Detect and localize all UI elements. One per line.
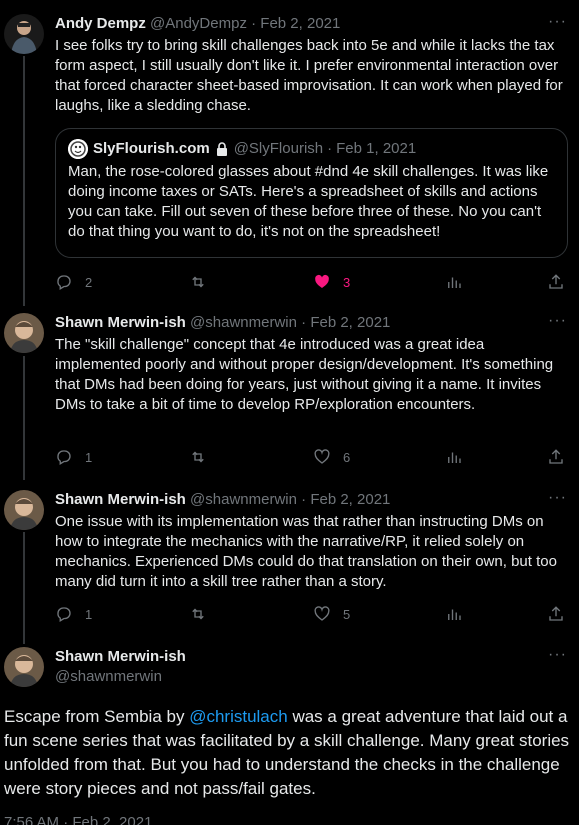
tweet: Shawn Merwin-ish @shawnmerwin · Feb 2, 2…: [0, 490, 579, 630]
quoted-tweet-date: Feb 1, 2021: [336, 140, 417, 157]
quoted-tweet-header: SlyFlourish.com @SlyFlourish · Feb 1, 20…: [68, 139, 416, 159]
user-handle[interactable]: @shawnmerwin: [190, 314, 297, 331]
reply-icon: [57, 607, 71, 622]
quoted-user-handle: @SlyFlourish: [233, 140, 324, 157]
tweet-date[interactable]: Feb 2, 2021: [310, 314, 390, 331]
views-button[interactable]: [445, 447, 463, 467]
tweet-text: One issue with its implementation was th…: [55, 513, 557, 590]
separator: ·: [327, 140, 333, 157]
share-icon: [549, 274, 563, 289]
more-icon[interactable]: ···: [548, 490, 567, 506]
retweet-button[interactable]: [189, 604, 219, 624]
tweet-text: I see folks try to bring skill challenge…: [55, 37, 563, 114]
views-icon: [448, 609, 461, 620]
user-handle[interactable]: @AndyDempz: [150, 15, 247, 32]
more-icon[interactable]: ···: [548, 313, 567, 329]
heart-icon: [314, 449, 330, 464]
share-button[interactable]: [547, 272, 565, 292]
main-tweet-text-start: Escape from Sembia by: [4, 707, 190, 726]
like-count: 3: [343, 274, 351, 290]
share-button[interactable]: [547, 604, 565, 624]
quoted-tweet-text: Man, the rose-colored glasses about #dnd…: [68, 163, 549, 240]
retweet-button[interactable]: [189, 272, 219, 292]
main-tweet-header: Shawn Merwin-ish @shawnmerwin: [55, 647, 186, 687]
like-count: 5: [343, 606, 351, 622]
tweet-date[interactable]: Feb 2, 2021: [260, 15, 340, 32]
avatar[interactable]: [4, 313, 44, 353]
reply-button[interactable]: 1: [55, 447, 92, 467]
tweet: Shawn Merwin-ish @shawnmerwin · Feb 2, 2…: [0, 313, 579, 473]
display-name[interactable]: Shawn Merwin-ish: [55, 647, 186, 667]
quoted-avatar: [68, 139, 88, 159]
share-button[interactable]: [547, 447, 565, 467]
reply-icon: [57, 275, 71, 290]
main-tweet: Shawn Merwin-ish @shawnmerwin ···: [0, 647, 579, 707]
tweet-actions: 1 6: [55, 447, 568, 467]
like-count: 6: [343, 449, 351, 465]
heart-icon: [315, 274, 329, 288]
separator: ·: [251, 15, 257, 32]
tweet-actions: 2 3: [55, 272, 568, 292]
views-icon: [448, 452, 461, 463]
like-button[interactable]: 5: [313, 604, 350, 624]
reply-count: 1: [85, 606, 93, 622]
share-icon: [549, 606, 563, 621]
views-button[interactable]: [445, 604, 463, 624]
retweet-icon: [192, 608, 204, 620]
tweet-text: The "skill challenge" concept that 4e in…: [55, 336, 554, 413]
retweet-icon: [192, 451, 204, 463]
more-icon[interactable]: ···: [548, 647, 567, 663]
separator: ·: [301, 491, 307, 508]
mention-link[interactable]: @christulach: [189, 707, 288, 726]
reply-count: 2: [85, 274, 93, 290]
more-icon[interactable]: ···: [548, 14, 567, 30]
tweet-date[interactable]: Feb 2, 2021: [310, 491, 390, 508]
retweet-button[interactable]: [189, 447, 219, 467]
quoted-tweet[interactable]: SlyFlourish.com @SlyFlourish · Feb 1, 20…: [55, 128, 568, 258]
avatar[interactable]: [4, 490, 44, 530]
views-button[interactable]: [445, 272, 463, 292]
quoted-display-name: SlyFlourish.com: [93, 140, 210, 157]
like-button[interactable]: 3: [313, 272, 350, 292]
reply-button[interactable]: 2: [55, 272, 92, 292]
user-handle[interactable]: @shawnmerwin: [190, 491, 297, 508]
heart-icon: [314, 606, 330, 621]
reply-button[interactable]: 1: [55, 604, 92, 624]
tweet-header: Shawn Merwin-ish @shawnmerwin · Feb 2, 2…: [55, 313, 390, 333]
avatar[interactable]: [4, 647, 44, 687]
main-tweet-text: Escape from Sembia by @christulach was a…: [4, 705, 574, 801]
separator: ·: [301, 314, 307, 331]
display-name[interactable]: Andy Dempz: [55, 15, 146, 32]
lock-icon: [214, 141, 230, 157]
share-icon: [549, 449, 563, 464]
retweet-icon: [192, 276, 204, 288]
tweet-header: Shawn Merwin-ish @shawnmerwin · Feb 2, 2…: [55, 490, 390, 510]
like-button[interactable]: 6: [313, 447, 350, 467]
user-handle[interactable]: @shawnmerwin: [55, 667, 186, 687]
display-name[interactable]: Shawn Merwin-ish: [55, 314, 186, 331]
display-name[interactable]: Shawn Merwin-ish: [55, 491, 186, 508]
tweet-header: Andy Dempz @AndyDempz · Feb 2, 2021: [55, 14, 340, 34]
tweet: Andy Dempz @AndyDempz · Feb 2, 2021 ··· …: [0, 14, 579, 294]
views-icon: [448, 277, 461, 288]
tweet-timestamp[interactable]: 7:56 AM · Feb 2, 2021: [4, 814, 152, 825]
avatar[interactable]: [4, 14, 44, 54]
reply-icon: [57, 450, 71, 465]
tweet-actions: 1 5: [55, 604, 568, 624]
reply-count: 1: [85, 449, 93, 465]
